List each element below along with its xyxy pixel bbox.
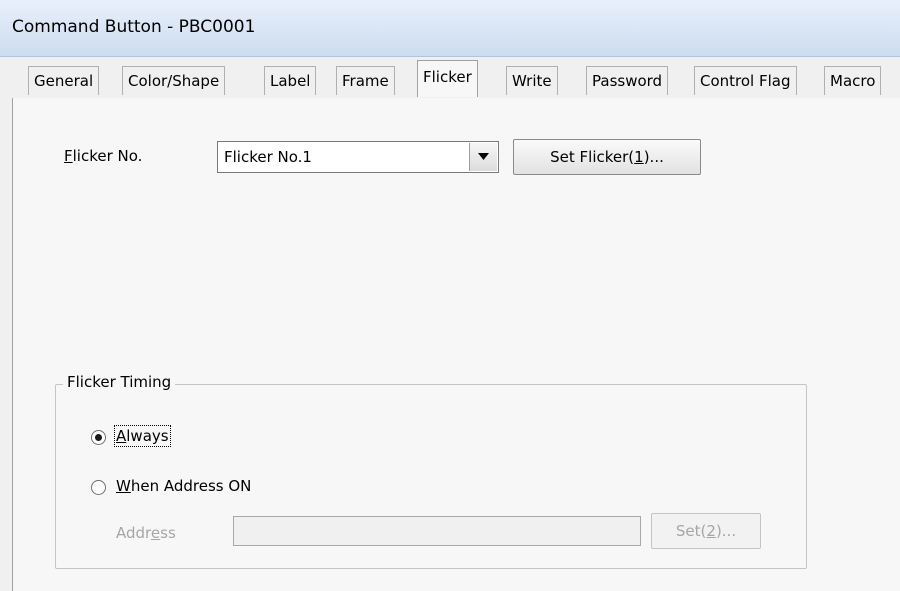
set-flicker-prefix: Set Flicker( xyxy=(550,148,635,166)
window-title: Command Button - PBC0001 xyxy=(12,17,256,37)
when-address-on-radio[interactable] xyxy=(91,480,106,495)
always-radio[interactable] xyxy=(91,430,106,445)
when-address-on-label-rest: hen Address ON xyxy=(130,477,252,495)
when-address-on-mnemonic: W xyxy=(116,477,131,495)
tab-write[interactable]: Write xyxy=(506,66,558,95)
flicker-no-selected-value: Flicker No.1 xyxy=(224,148,312,166)
flicker-no-select[interactable]: Flicker No.1 xyxy=(217,141,499,173)
tab-control-flag[interactable]: Control Flag xyxy=(694,66,797,95)
set-flicker-suffix: )... xyxy=(643,148,664,166)
set-flicker-mnemonic: 1 xyxy=(634,148,644,166)
address-input[interactable] xyxy=(233,516,641,546)
address-label: Address xyxy=(116,524,176,542)
tab-flicker[interactable]: Flicker xyxy=(417,60,478,97)
tab-general[interactable]: General xyxy=(28,66,100,95)
tab-label[interactable]: Label xyxy=(264,66,317,95)
always-mnemonic: A xyxy=(116,427,127,445)
tab-frame[interactable]: Frame xyxy=(336,66,395,95)
always-label-rest: lways xyxy=(126,427,169,445)
title-bar: Command Button - PBC0001 xyxy=(0,0,900,57)
tab-macro[interactable]: Macro xyxy=(824,66,882,95)
set-address-mnemonic: 2 xyxy=(706,522,716,540)
set-flicker-button[interactable]: Set Flicker(1)... xyxy=(513,139,701,175)
radio-selected-dot-icon xyxy=(95,434,102,441)
set-address-suffix: )... xyxy=(715,522,737,540)
flicker-no-label: Flicker No. xyxy=(64,147,142,165)
address-label-mnemonic: e xyxy=(150,524,161,542)
when-address-on-label[interactable]: When Address ON xyxy=(116,477,251,495)
set-address-button[interactable]: Set(2)... xyxy=(651,513,761,549)
dropdown-arrow-icon[interactable] xyxy=(469,143,497,171)
flicker-no-label-rest: licker No. xyxy=(72,147,143,165)
tab-strip: General Color/Shape Label Frame Flicker … xyxy=(12,58,900,99)
tab-color-shape[interactable]: Color/Shape xyxy=(122,66,226,95)
tab-password[interactable]: Password xyxy=(586,66,669,95)
always-label-focus: Always xyxy=(114,425,171,447)
address-label-suffix: ss xyxy=(160,524,176,542)
set-address-prefix: Set( xyxy=(675,522,707,540)
flicker-no-mnemonic: F xyxy=(64,147,73,165)
always-label[interactable]: Always xyxy=(114,425,171,447)
flicker-timing-legend: Flicker Timing xyxy=(63,373,176,391)
address-label-prefix: Addr xyxy=(116,524,151,542)
